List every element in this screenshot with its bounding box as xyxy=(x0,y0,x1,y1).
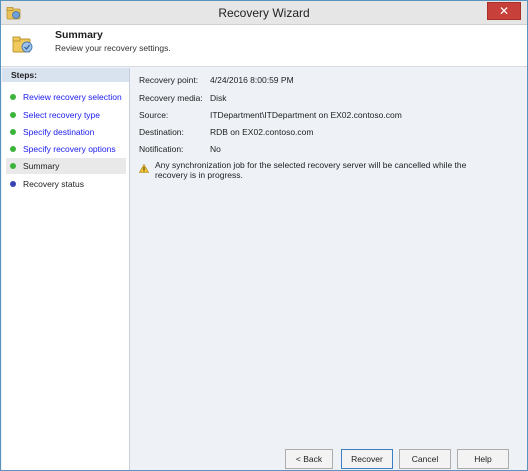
step-label: Review recovery selection xyxy=(23,92,122,102)
back-button[interactable]: < Back xyxy=(285,449,333,469)
step-pending-dot-icon xyxy=(10,181,16,187)
steps-pane: Steps: Review recovery selection Select … xyxy=(2,68,130,470)
window-title: Recovery Wizard xyxy=(218,6,310,20)
recover-button[interactable]: Recover xyxy=(341,449,393,469)
source-label: Source: xyxy=(139,110,169,120)
step-select-recovery-type[interactable]: Select recovery type xyxy=(6,107,126,123)
recovery-media-label: Recovery media: xyxy=(139,93,203,103)
title-bar: Recovery Wizard ✕ xyxy=(1,1,527,25)
step-current-dot-icon xyxy=(10,163,16,169)
recovery-point-label: Recovery point: xyxy=(139,75,199,85)
warning-message: Any synchronization job for the selected… xyxy=(155,160,467,180)
step-label: Summary xyxy=(23,161,60,171)
step-specify-destination[interactable]: Specify destination xyxy=(6,124,126,140)
cancel-button[interactable]: Cancel xyxy=(399,449,451,469)
step-complete-dot-icon xyxy=(10,112,16,118)
summary-folder-icon xyxy=(12,36,33,53)
recovery-media-value: Disk xyxy=(210,93,227,103)
notification-label: Notification: xyxy=(139,144,184,154)
recovery-point-value: 4/24/2016 8:00:59 PM xyxy=(210,75,294,85)
close-button[interactable]: ✕ xyxy=(487,2,521,20)
wizard-header: Summary Review your recovery settings. xyxy=(1,25,527,67)
summary-content: Recovery point: 4/24/2016 8:00:59 PM Rec… xyxy=(131,68,527,438)
recovery-wizard-window: Recovery Wizard ✕ Summary Review your re… xyxy=(0,0,528,471)
step-label: Select recovery type xyxy=(23,110,101,120)
steps-heading: Steps: xyxy=(2,68,129,82)
step-complete-dot-icon xyxy=(10,94,16,100)
step-complete-dot-icon xyxy=(10,129,16,135)
destination-label: Destination: xyxy=(139,127,184,137)
warning-icon xyxy=(139,164,149,173)
step-specify-recovery-options[interactable]: Specify recovery options xyxy=(6,141,126,157)
step-recovery-status: Recovery status xyxy=(6,176,126,192)
destination-value: RDB on EX02.contoso.com xyxy=(210,127,314,137)
page-title: Summary xyxy=(55,29,103,41)
step-complete-dot-icon xyxy=(10,146,16,152)
step-summary: Summary xyxy=(6,158,126,174)
step-label: Recovery status xyxy=(23,179,84,189)
step-label: Specify destination xyxy=(23,127,95,137)
page-subtitle: Review your recovery settings. xyxy=(55,43,171,53)
wizard-footer: < Back Recover Cancel Help xyxy=(131,438,527,470)
notification-value: No xyxy=(210,144,221,154)
step-review-recovery-selection[interactable]: Review recovery selection xyxy=(6,89,126,105)
source-value: ITDepartment\ITDepartment on EX02.contos… xyxy=(210,110,402,120)
help-button[interactable]: Help xyxy=(457,449,509,469)
step-label: Specify recovery options xyxy=(23,144,116,154)
